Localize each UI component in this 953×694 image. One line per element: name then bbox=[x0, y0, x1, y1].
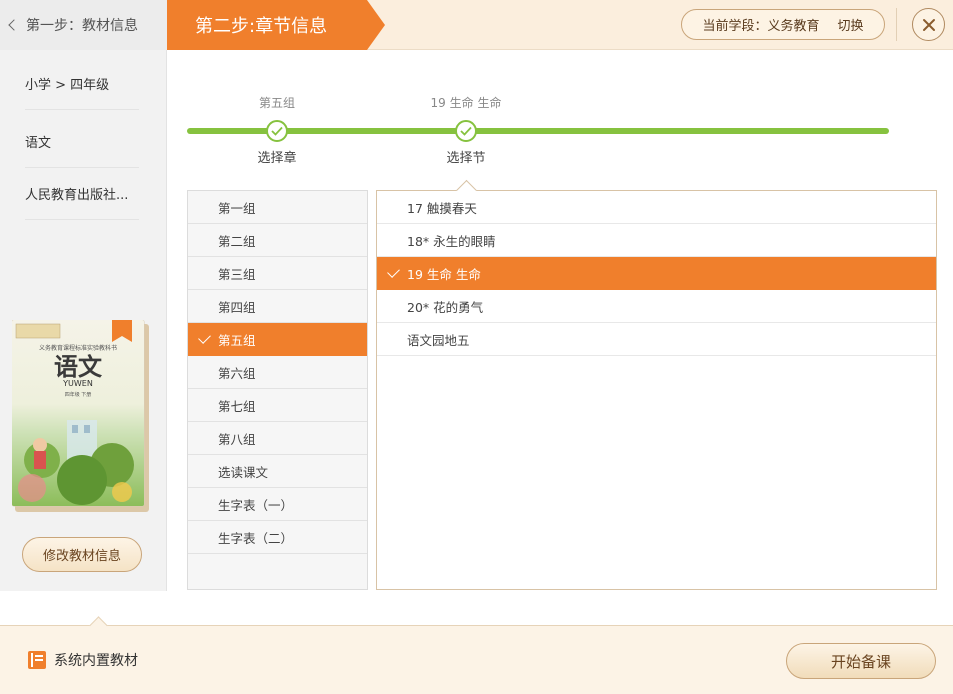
sidebar-item-subject[interactable]: 语文 bbox=[25, 116, 139, 168]
modify-textbook-button[interactable]: 修改教材信息 bbox=[22, 537, 142, 572]
section-item[interactable]: 20* 花的勇气 bbox=[377, 290, 936, 323]
chapter-label: 第七组 bbox=[218, 398, 256, 414]
sidebar-item-label: 小学 > 四年级 bbox=[25, 78, 110, 93]
chapter-item[interactable]: 第七组 bbox=[188, 389, 367, 422]
step-section-label: 选择节 bbox=[446, 151, 486, 166]
chapter-item[interactable]: 第八组 bbox=[188, 422, 367, 455]
chapter-item[interactable]: 选读课文 bbox=[188, 455, 367, 488]
back-label: 第一步：教材信息 bbox=[26, 18, 138, 34]
chapter-label: 第六组 bbox=[218, 365, 256, 381]
chevron-left-icon bbox=[8, 19, 20, 31]
chapter-label: 第四组 bbox=[218, 299, 256, 315]
sidebar-item-label: 人民教育出版社... bbox=[25, 188, 129, 203]
check-icon bbox=[271, 126, 283, 136]
chapter-label: 生字表（二） bbox=[218, 530, 294, 546]
chapter-label: 生字表（一） bbox=[218, 497, 294, 513]
back-step-one-button[interactable]: 第一步：教材信息 bbox=[0, 0, 167, 50]
sidebar-item-publisher[interactable]: 人民教育出版社... bbox=[25, 168, 139, 220]
chapter-item[interactable]: 第二组 bbox=[188, 224, 367, 257]
chapter-item[interactable]: 第六组 bbox=[188, 356, 367, 389]
progress-track bbox=[187, 128, 889, 134]
section-list: 17 触摸春天 18* 永生的眼睛 19 生命 生命 20* 花的勇气 语文园地… bbox=[376, 190, 937, 590]
section-item[interactable]: 18* 永生的眼睛 bbox=[377, 224, 936, 257]
header-divider bbox=[896, 8, 897, 41]
builtin-label: 系统内置教材 bbox=[54, 653, 138, 669]
close-icon bbox=[922, 18, 935, 31]
chapter-item[interactable]: 生字表（一） bbox=[188, 488, 367, 521]
step-chapter-value: 第五组 bbox=[258, 96, 296, 110]
step-chapter-node[interactable] bbox=[266, 120, 288, 142]
cover-pinyin-text: YUWEN bbox=[62, 379, 93, 388]
chapter-list: 第一组 第二组 第三组 第四组 第五组 第六组 第七组 第八组 选读课文 生字表… bbox=[187, 190, 368, 590]
builtin-textbook-link[interactable]: 系统内置教材 bbox=[27, 650, 138, 670]
chapter-item-selected[interactable]: 第五组 bbox=[188, 323, 367, 356]
stage-label: 当前学段：义务教育 bbox=[702, 19, 820, 34]
stage-selector: 当前学段：义务教育 切换 bbox=[681, 9, 885, 40]
section-item-selected[interactable]: 19 生命 生命 bbox=[377, 257, 936, 290]
section-item[interactable]: 语文园地五 bbox=[377, 323, 936, 356]
chapter-item[interactable]: 第四组 bbox=[188, 290, 367, 323]
textbook-cover: 义务教育课程标准实验教科书 语文 YUWEN 四年级 下册 bbox=[11, 319, 149, 512]
check-icon bbox=[460, 126, 472, 136]
chapter-label: 选读课文 bbox=[218, 464, 269, 480]
step-title-text: 第二步:章节信息 bbox=[195, 16, 328, 37]
close-button[interactable] bbox=[912, 8, 945, 41]
section-label: 19 生命 生命 bbox=[407, 266, 481, 282]
section-label: 17 触摸春天 bbox=[407, 200, 477, 216]
footer: 系统内置教材 开始备课 bbox=[0, 625, 953, 694]
sidebar-item-label: 语文 bbox=[25, 136, 52, 151]
cover-series-text: 义务教育课程标准实验教科书 bbox=[39, 344, 117, 352]
check-icon bbox=[198, 331, 211, 344]
step-section-value: 19 生命 生命 bbox=[430, 96, 502, 110]
step-title: 第二步:章节信息 bbox=[167, 0, 385, 50]
switch-stage-button[interactable]: 切换 bbox=[838, 15, 864, 34]
cover-title-text: 语文 bbox=[54, 352, 103, 381]
start-preparation-button[interactable]: 开始备课 bbox=[786, 643, 936, 679]
step-section-node[interactable] bbox=[455, 120, 477, 142]
book-icon bbox=[28, 651, 46, 669]
chapter-item[interactable]: 第三组 bbox=[188, 257, 367, 290]
chapter-label: 第二组 bbox=[218, 233, 256, 249]
chapter-item[interactable]: 第一组 bbox=[188, 191, 367, 224]
chapter-label: 第八组 bbox=[218, 431, 256, 447]
check-icon bbox=[387, 265, 400, 278]
chapter-item[interactable]: 生字表（二） bbox=[188, 521, 367, 554]
section-label: 语文园地五 bbox=[407, 332, 470, 348]
step-chapter-label: 选择章 bbox=[257, 151, 297, 166]
section-item[interactable]: 17 触摸春天 bbox=[377, 191, 936, 224]
textbook-cover-image: 义务教育课程标准实验教科书 语文 YUWEN 四年级 下册 bbox=[11, 319, 149, 512]
sidebar-item-grade[interactable]: 小学 > 四年级 bbox=[25, 58, 139, 110]
header: 第一步：教材信息 第二步:章节信息 当前学段：义务教育 切换 bbox=[0, 0, 953, 50]
progress-stepper: 第五组 选择章 19 生命 生命 选择节 bbox=[187, 90, 889, 170]
sidebar: 小学 > 四年级 语文 人民教育出版社... 义务教育课程标准实验教科书 语文 bbox=[0, 50, 167, 591]
section-label: 18* 永生的眼睛 bbox=[407, 233, 496, 249]
section-label: 20* 花的勇气 bbox=[407, 299, 484, 315]
chapter-label: 第一组 bbox=[218, 200, 256, 216]
chapter-label: 第三组 bbox=[218, 266, 256, 282]
chapter-label: 第五组 bbox=[218, 332, 256, 348]
cover-grade-text: 四年级 下册 bbox=[65, 391, 92, 398]
